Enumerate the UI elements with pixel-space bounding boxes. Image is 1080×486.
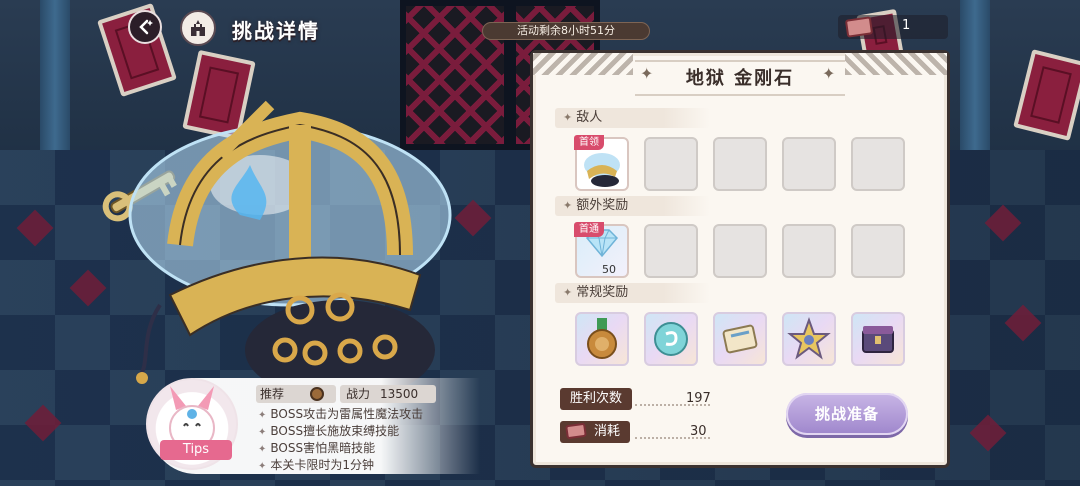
reward-quantity: 50 bbox=[602, 263, 616, 276]
recommend-label: 推荐 bbox=[256, 385, 336, 403]
regular-reward-slot[interactable] bbox=[851, 312, 905, 366]
power-value: 13500 bbox=[380, 387, 419, 401]
book-chest-icon bbox=[862, 326, 894, 353]
stage-title: 地狱 金刚石 bbox=[635, 60, 845, 96]
power-requirement: 战力 13500 bbox=[340, 385, 436, 403]
regular-reward-slot[interactable] bbox=[644, 312, 698, 366]
extra-reward-slot-empty bbox=[851, 224, 905, 278]
castle-home-icon bbox=[191, 20, 205, 36]
medal-icon bbox=[587, 318, 617, 359]
regular-reward-slot[interactable] bbox=[782, 312, 836, 366]
tips-label: Tips bbox=[160, 440, 232, 460]
enemy-slot-empty bbox=[851, 137, 905, 191]
extra-reward-slot-empty bbox=[644, 224, 698, 278]
recommended-element-icon bbox=[310, 387, 324, 401]
extra-reward-slot-empty bbox=[782, 224, 836, 278]
cost-value: 30 bbox=[690, 424, 707, 439]
panel-stripe-decoration bbox=[533, 53, 633, 75]
back-arrow-icon bbox=[139, 19, 153, 35]
tip-line: 本关卡限时为1分钟 bbox=[258, 456, 374, 473]
extra-reward-slot-empty bbox=[713, 224, 767, 278]
star-emblem-icon bbox=[787, 317, 831, 360]
sparkle-icon: ✦ bbox=[822, 64, 836, 83]
section-regular-reward: 常规奖励 bbox=[555, 283, 710, 303]
regular-reward-slot[interactable] bbox=[575, 312, 629, 366]
tip-line: BOSS害怕黑暗技能 bbox=[258, 439, 375, 456]
section-enemy: 敌人 bbox=[555, 108, 710, 128]
event-timer: 活动剩余8小时51分 bbox=[482, 22, 650, 40]
ticket-icon bbox=[565, 422, 587, 440]
wins-value: 197 bbox=[686, 391, 711, 406]
enemy-slot-empty bbox=[644, 137, 698, 191]
back-button[interactable] bbox=[128, 10, 162, 44]
ticket-icon bbox=[844, 16, 874, 38]
section-extra-reward: 额外奖励 bbox=[555, 196, 710, 216]
enemy-slot-empty bbox=[713, 137, 767, 191]
power-label: 战力 bbox=[346, 387, 371, 401]
tip-line: BOSS攻击为雷属性魔法攻击 bbox=[258, 405, 423, 422]
background-pillar bbox=[960, 0, 990, 160]
boss-crown-illustration bbox=[102, 100, 452, 395]
wins-label: 胜利次数 bbox=[560, 388, 633, 410]
first-clear-tag: 首通 bbox=[574, 222, 604, 237]
scroll-map-icon bbox=[722, 324, 758, 354]
ticket-count: 1 bbox=[902, 18, 911, 33]
swirl-coin-icon bbox=[654, 322, 688, 356]
page-title: 挑战详情 bbox=[232, 19, 320, 43]
home-button[interactable] bbox=[180, 10, 216, 46]
regular-reward-slot[interactable] bbox=[713, 312, 767, 366]
tip-line: BOSS擅长施放束缚技能 bbox=[258, 422, 399, 439]
sparkle-icon: ✦ bbox=[640, 64, 654, 83]
boss-tag: 首领 bbox=[574, 135, 604, 150]
enemy-slot-empty bbox=[782, 137, 836, 191]
panel-stripe-decoration bbox=[845, 53, 947, 75]
challenge-ready-button[interactable]: 挑战准备 bbox=[786, 393, 908, 435]
background-pillar bbox=[40, 0, 70, 160]
